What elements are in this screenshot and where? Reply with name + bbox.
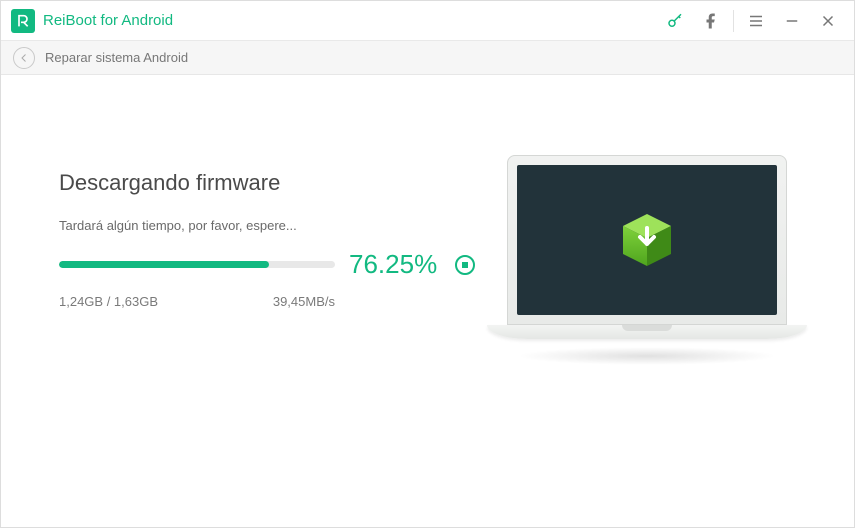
close-button[interactable] [810,1,846,41]
laptop-illustration [487,155,807,365]
main-content: Descargando firmware Tardará algún tiemp… [1,75,854,529]
progress-bar [59,261,335,268]
progress-row: 76.25% [59,249,479,280]
separator [733,10,734,32]
breadcrumb-label: Reparar sistema Android [45,50,188,65]
facebook-icon[interactable] [693,1,729,41]
menu-icon[interactable] [738,1,774,41]
app-logo [11,9,35,33]
progress-stats: 1,24GB / 1,63GB 39,45MB/s [59,294,335,309]
stop-icon [462,262,468,268]
progress-percent: 76.25% [349,249,437,280]
breadcrumb-bar: Reparar sistema Android [1,41,854,75]
size-label: 1,24GB / 1,63GB [59,294,158,309]
progress-bar-fill [59,261,269,268]
package-download-icon [615,208,679,272]
back-button[interactable] [13,47,35,69]
app-title: ReiBoot for Android [43,12,173,29]
page-subtext: Tardará algún tiempo, por favor, espere.… [59,218,479,233]
page-heading: Descargando firmware [59,170,479,196]
stop-button[interactable] [455,255,475,275]
key-icon[interactable] [657,1,693,41]
minimize-button[interactable] [774,1,810,41]
download-panel: Descargando firmware Tardará algún tiemp… [59,125,479,529]
titlebar: ReiBoot for Android [1,1,854,41]
illustration-panel [479,125,814,529]
speed-label: 39,45MB/s [273,294,335,309]
